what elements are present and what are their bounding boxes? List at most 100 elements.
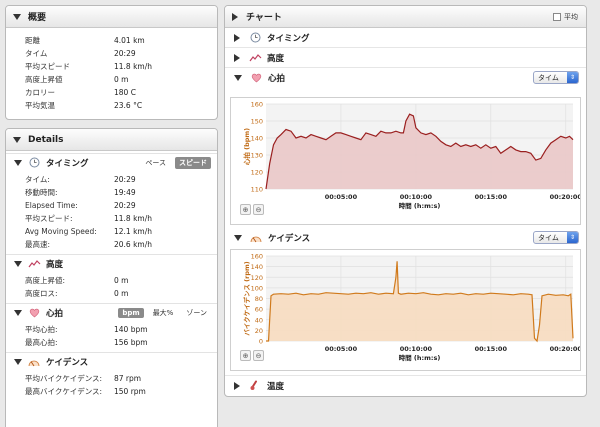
stat-row: 距離 4.01 km	[6, 34, 217, 47]
stat-value: 12.1 km/h	[114, 227, 153, 236]
x-tick-label: 00:20:00	[550, 345, 580, 353]
zone-toggle[interactable]: ゾーン	[182, 307, 211, 319]
x-tick-label: 00:20:00	[550, 193, 580, 201]
stat-row: 平均スピード 11.8 km/h	[6, 60, 217, 73]
details-header[interactable]: Details	[6, 129, 217, 151]
expand-triangle-icon[interactable]	[232, 12, 238, 21]
elevation-icon	[248, 52, 262, 64]
chart-row-heart[interactable]: 心拍 タイム ⇕	[225, 68, 586, 88]
heart-section-header[interactable]: 心拍 bpm 最大% ゾーン	[6, 303, 217, 321]
x-tick-label: 00:10:00	[400, 345, 433, 353]
charts-panel: チャート 平均 タイミング 高度 心拍 タイム ⇕ 110 120 130 140 15…	[224, 5, 587, 397]
expand-triangle-icon[interactable]	[234, 53, 240, 62]
y-tick-label: 140	[251, 135, 263, 143]
y-tick-label: 120	[251, 169, 263, 177]
heart-xaxis-select[interactable]: タイム ⇕	[533, 71, 579, 84]
stat-label: 最高心拍:	[25, 338, 58, 347]
heart-zoom-controls: ⊕ ⊖	[240, 204, 264, 215]
stat-value: 156 bpm	[114, 338, 148, 347]
stat-label: タイム	[25, 49, 48, 58]
y-tick-label: 40	[255, 316, 263, 324]
stat-label: 高度ロス:	[25, 289, 58, 298]
expand-triangle-icon[interactable]	[234, 33, 240, 42]
timing-section-header[interactable]: タイミング ペース スピード	[6, 153, 217, 171]
stat-label: 平均心拍:	[25, 325, 58, 334]
y-tick-label: 130	[251, 152, 263, 160]
speed-toggle[interactable]: スピード	[175, 156, 211, 169]
zoom-out-icon[interactable]: ⊖	[253, 350, 264, 361]
charts-header[interactable]: チャート 平均	[225, 6, 586, 28]
stat-value: 11.8 km/h	[114, 214, 153, 223]
collapse-triangle-icon[interactable]	[13, 13, 21, 20]
stat-label: Avg Moving Speed:	[25, 227, 97, 236]
collapse-triangle-icon[interactable]	[14, 159, 22, 166]
stat-row: 最高速: 20.6 km/h	[6, 238, 217, 251]
zoom-in-icon[interactable]: ⊕	[240, 204, 251, 215]
cadence-icon	[27, 356, 41, 368]
chart-cadence-label: ケイデンス	[268, 234, 311, 244]
chart-row-timing[interactable]: タイミング	[225, 28, 586, 48]
stat-row: 平均スピード: 11.8 km/h	[6, 212, 217, 225]
chart-row-temperature[interactable]: 温度	[225, 375, 586, 395]
stat-row: Avg Moving Speed: 12.1 km/h	[6, 225, 217, 238]
stat-label: 平均スピード	[25, 62, 70, 71]
zoom-out-icon[interactable]: ⊖	[253, 204, 264, 215]
collapse-triangle-icon[interactable]	[13, 136, 21, 143]
x-tick-label: 00:15:00	[475, 193, 508, 201]
stat-label: タイム:	[25, 175, 50, 184]
select-arrows-icon: ⇕	[567, 232, 578, 243]
heart-rate-chart[interactable]: 110 120 130 140 150 160 00:05:00 00:10:00 00:15:…	[231, 98, 582, 224]
chart-row-cadence[interactable]: ケイデンス タイム ⇕	[225, 228, 586, 248]
average-checkbox[interactable]	[553, 13, 561, 21]
collapse-triangle-icon[interactable]	[14, 358, 22, 365]
average-checkbox-wrap[interactable]: 平均	[553, 12, 578, 22]
stat-label: 最高バイクケイデンス:	[25, 387, 103, 396]
x-tick-label: 00:05:00	[325, 345, 358, 353]
select-arrows-icon: ⇕	[567, 72, 578, 83]
stat-row: 移動時間: 19:49	[6, 186, 217, 199]
stat-value: 140 bpm	[114, 325, 148, 334]
stat-row: 高度ロス: 0 m	[6, 287, 217, 300]
cadence-chart[interactable]: 0 20 40 60 80 100 120 140 160 00:05:00 00:10:00 00:…	[231, 250, 582, 370]
collapse-triangle-icon[interactable]	[234, 235, 242, 241]
y-tick-label: 120	[251, 274, 263, 282]
chart-row-elevation[interactable]: 高度	[225, 48, 586, 68]
cadence-chart-box: 0 20 40 60 80 100 120 140 160 00:05:00 00:10:00 00:…	[230, 249, 582, 371]
bpm-toggle[interactable]: bpm	[118, 307, 144, 318]
x-tick-label: 00:05:00	[325, 193, 358, 201]
cadence-section-header[interactable]: ケイデンス	[6, 352, 217, 370]
cadence-icon	[249, 232, 263, 244]
stat-label: Elapsed Time:	[25, 201, 78, 210]
elevation-section-header[interactable]: 高度	[6, 254, 217, 272]
overview-rows: 距離 4.01 km タイム 20:29 平均スピード 11.8 km/h 高度上昇値 0 m…	[6, 28, 217, 112]
collapse-triangle-icon[interactable]	[14, 309, 22, 316]
overview-header[interactable]: 概要	[6, 6, 217, 28]
stat-label: 平均スピード:	[25, 214, 73, 223]
stat-value: 150 rpm	[114, 387, 146, 396]
stat-value: 180 C	[114, 88, 136, 97]
y-tick-label: 110	[251, 186, 263, 194]
expand-triangle-icon[interactable]	[234, 381, 240, 390]
clock-icon	[248, 32, 262, 44]
pace-toggle[interactable]: ペース	[141, 157, 170, 169]
stat-row: Elapsed Time: 20:29	[6, 199, 217, 212]
chart-heart-label: 心拍	[268, 74, 286, 84]
y-tick-label: 140	[251, 263, 263, 271]
x-axis-label: 時間 (h:m:s)	[399, 353, 441, 362]
heart-select-value: タイム	[538, 73, 559, 82]
zoom-in-icon[interactable]: ⊕	[240, 350, 251, 361]
stat-row: 平均バイクケイデンス: 87 rpm	[6, 372, 217, 385]
average-label: 平均	[564, 13, 578, 21]
collapse-triangle-icon[interactable]	[14, 260, 22, 267]
overview-panel: 概要 距離 4.01 km タイム 20:29 平均スピード 11.8 km/h 高度上昇値…	[5, 5, 218, 120]
max-percent-toggle[interactable]: 最大%	[149, 307, 178, 319]
x-tick-label: 00:15:00	[475, 345, 508, 353]
stat-label: 平均気温	[25, 101, 55, 110]
stat-label: 最高速:	[25, 240, 51, 249]
cadence-select-value: タイム	[538, 233, 559, 242]
cadence-xaxis-select[interactable]: タイム ⇕	[533, 231, 579, 244]
cadence-rows: 平均バイクケイデンス: 87 rpm 最高バイクケイデンス: 150 rpm	[6, 370, 217, 398]
stat-row: 平均心拍: 140 bpm	[6, 323, 217, 336]
stat-label: 距離	[25, 36, 40, 45]
collapse-triangle-icon[interactable]	[234, 75, 242, 81]
